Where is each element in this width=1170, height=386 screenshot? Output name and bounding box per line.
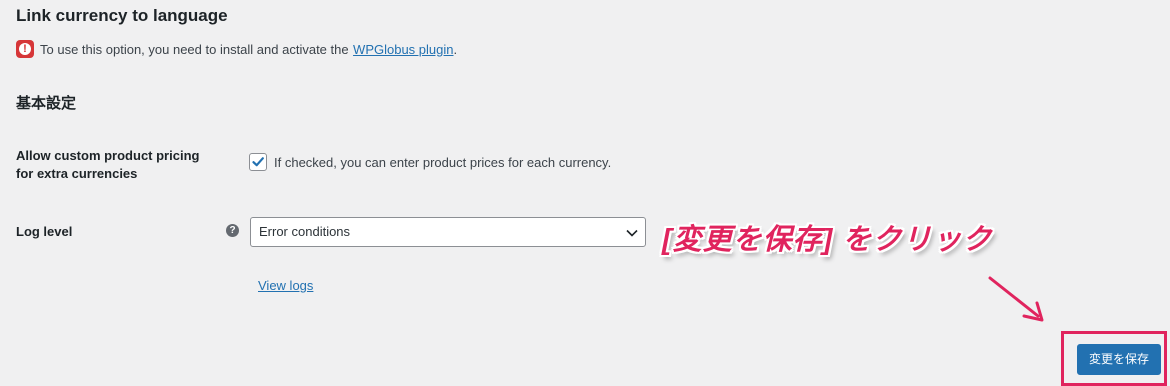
annotation-callout: [変更を保存] をクリック: [662, 224, 993, 256]
plugin-notice: ! To use this option, you need to instal…: [16, 40, 457, 58]
save-changes-button[interactable]: 変更を保存: [1077, 344, 1161, 375]
log-level-selected-value: Error conditions: [259, 224, 351, 239]
notice-end: .: [453, 41, 458, 57]
log-level-select[interactable]: Error conditions: [250, 217, 646, 247]
view-logs-link[interactable]: View logs: [258, 278, 313, 293]
custom-pricing-checkbox[interactable]: [249, 153, 267, 171]
annotation-arrow-icon: [988, 276, 1044, 322]
help-icon[interactable]: ?: [226, 224, 239, 237]
custom-pricing-label-line1: Allow custom product pricing: [16, 148, 200, 163]
section-title: Link currency to language: [16, 6, 228, 25]
log-level-label: Log level: [16, 224, 73, 239]
wpglobus-plugin-link[interactable]: WPGlobus plugin: [353, 42, 453, 57]
basic-settings-title: 基本設定: [16, 95, 77, 112]
warning-icon: !: [16, 40, 34, 58]
notice-text: To use this option, you need to install …: [40, 41, 349, 57]
custom-pricing-label: Allow custom product pricing for extra c…: [16, 147, 199, 183]
checkmark-icon: [252, 157, 264, 167]
custom-pricing-description: If checked, you can enter product prices…: [274, 155, 612, 170]
custom-pricing-label-line2: for extra currencies: [16, 166, 138, 181]
chevron-down-icon: [626, 229, 638, 237]
